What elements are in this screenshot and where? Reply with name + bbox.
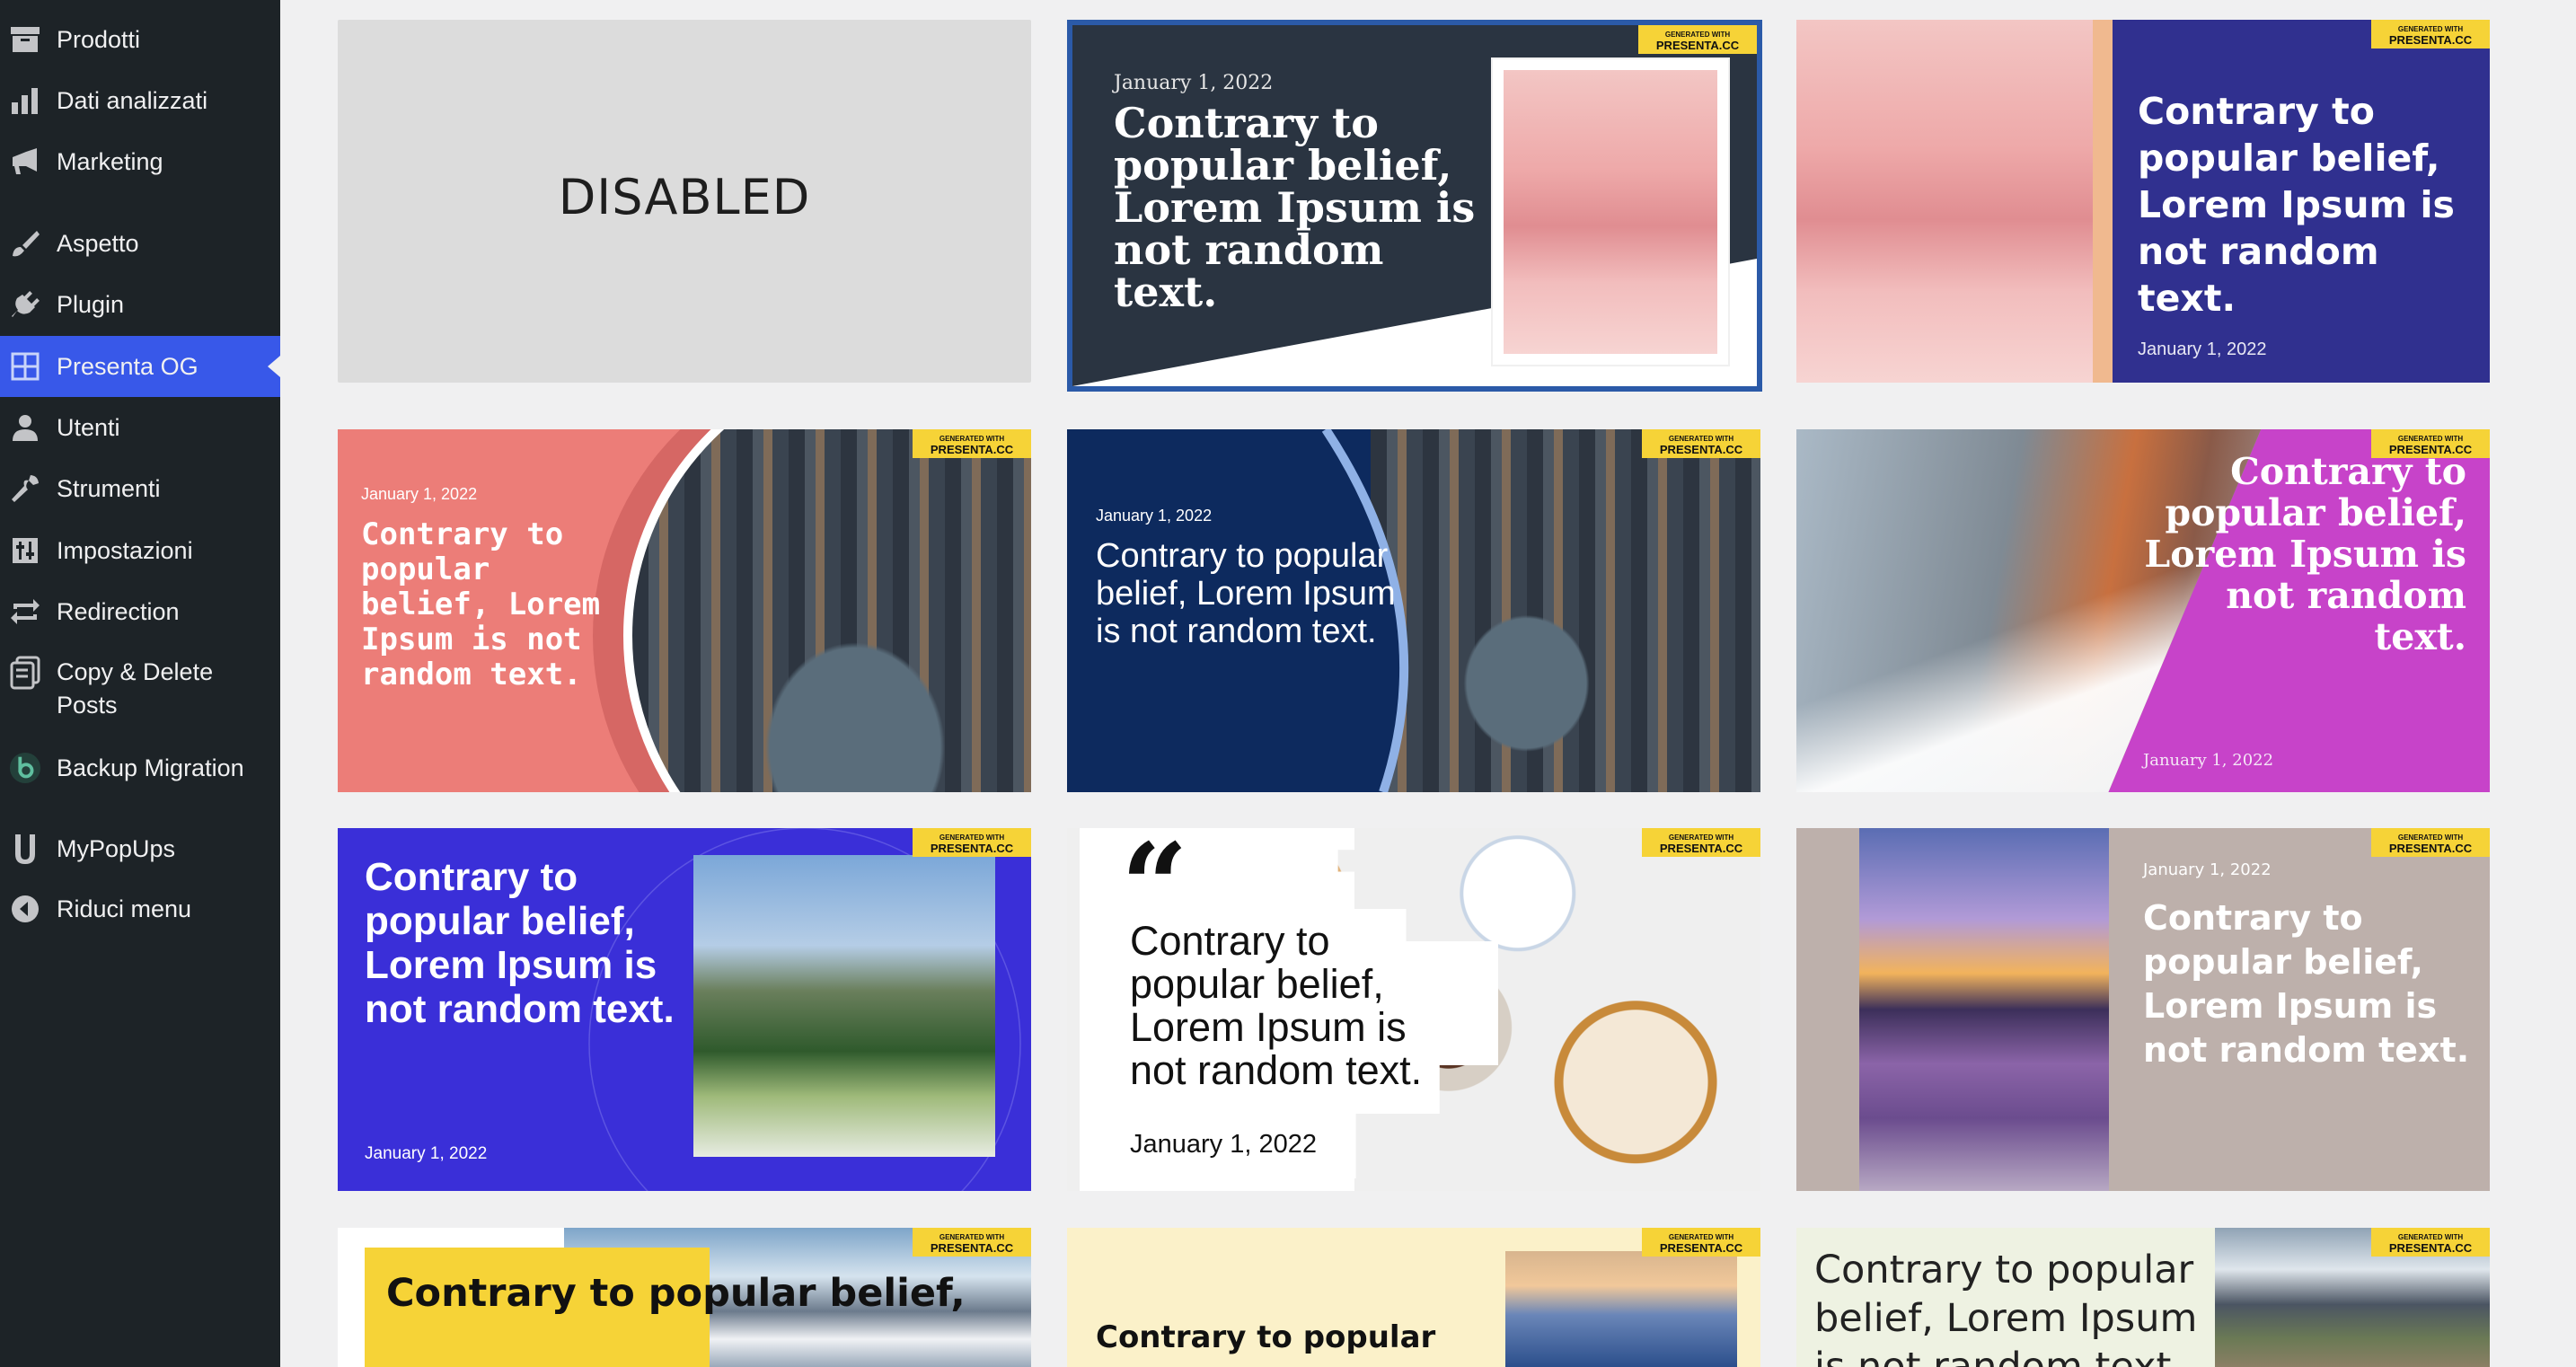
redirect-arrows-icon <box>9 595 41 628</box>
sidebar-item-label: Marketing <box>57 147 163 175</box>
template-card-coral[interactable]: January 1, 2022 Contrary to popular beli… <box>338 429 1031 792</box>
template-grid: DISABLED January 1, 2022 Contrary to pop… <box>280 0 2576 1367</box>
template-card-blue[interactable]: Contrary to popular belief, Lorem Ipsum … <box>338 828 1031 1191</box>
mountain-photo <box>1796 20 2093 383</box>
presenta-badge: GENERATED WITH PRESENTA.CC <box>2371 20 2490 49</box>
sidebar-item-label: Presenta OG <box>57 352 198 380</box>
card-date: January 1, 2022 <box>2138 340 2267 359</box>
sidebar-item-riduci-menu[interactable]: Riduci menu <box>0 878 280 939</box>
template-card-disabled[interactable]: DISABLED <box>338 20 1031 383</box>
lake-volcano-photo <box>1859 828 2109 1191</box>
sidebar-item-label: Plugin <box>57 290 125 318</box>
template-card-yellow[interactable]: Contrary to popular belief, GENERATED WI… <box>338 1228 1031 1367</box>
sidebar-item-utenti[interactable]: Utenti <box>0 397 280 458</box>
template-card-indigo[interactable]: Contrary to popular belief, Lorem Ipsum … <box>1796 20 2490 383</box>
card-date: January 1, 2022 <box>1130 1130 1317 1159</box>
grid-icon <box>9 350 41 383</box>
sidebar-item-impostazioni[interactable]: Impostazioni <box>0 520 280 581</box>
card-headline: Contrary to popular belief, <box>386 1271 966 1316</box>
sidebar-item-aspetto[interactable]: Aspetto <box>0 213 280 274</box>
mountain-photo <box>1493 59 1728 365</box>
card-date: January 1, 2022 <box>365 1144 488 1163</box>
disabled-label: DISABLED <box>558 168 811 225</box>
presenta-badge: GENERATED WITH PRESENTA.CC <box>1642 1228 1760 1257</box>
paintbrush-icon <box>9 227 41 260</box>
wrench-icon <box>9 472 41 505</box>
archive-icon <box>9 23 41 56</box>
card-headline: Contrary to popular belief, Lorem Ipsum … <box>1096 537 1396 650</box>
mypopups-logo-icon <box>9 833 41 865</box>
card-headline: Contrary to popular belief, Lorem Ipsum … <box>1130 918 1423 1093</box>
megaphone-icon <box>9 146 41 178</box>
card-date: January 1, 2022 <box>1096 507 1213 525</box>
presenta-badge: GENERATED WITH PRESENTA.CC <box>1642 828 1760 857</box>
sidebar-item-label-line2: Posts <box>57 692 118 719</box>
sidebar-item-label: Prodotti <box>57 25 141 53</box>
template-card-navy[interactable]: January 1, 2022 Contrary to popular beli… <box>1067 429 1760 792</box>
sidebar-item-copy-delete-posts[interactable]: Copy & Delete Posts <box>0 642 280 736</box>
card-headline: Contrary to popular belief, Lorem Ipsum … <box>365 855 675 1031</box>
card-headline: Contrary to popular belief, Lorem Ipsum … <box>2143 898 2470 1070</box>
sidebar-item-backup-migration[interactable]: Backup Migration <box>0 737 280 798</box>
sidebar-item-mypopups[interactable]: MyPopUps <box>0 818 280 879</box>
bar-chart-icon <box>9 84 41 117</box>
presenta-badge: GENERATED WITH PRESENTA.CC <box>1638 25 1757 54</box>
presenta-badge: GENERATED WITH PRESENTA.CC <box>1642 429 1760 458</box>
sidebar-item-presenta-og[interactable]: Presenta OG <box>0 336 280 397</box>
copy-icon <box>9 656 41 690</box>
sidebar-item-label: Riduci menu <box>57 895 192 922</box>
sidebar-item-redirection[interactable]: Redirection <box>0 581 280 642</box>
backup-logo-icon <box>9 752 41 784</box>
sidebar-item-label: Aspetto <box>57 229 139 257</box>
template-card-cream[interactable]: Contrary to popular GENERATED WITH PRESEN… <box>1067 1228 1760 1367</box>
sidebar-item-dati-analizzati[interactable]: Dati analizzati <box>0 70 280 131</box>
sidebar-item-strumenti[interactable]: Strumenti <box>0 458 280 519</box>
card-headline: Contrary to popular belief, Lorem Ipsum … <box>1114 99 1476 316</box>
settings-sliders-icon <box>9 534 41 567</box>
collapse-arrow-icon <box>9 893 41 925</box>
card-headline: Contrary to popular <box>1096 1319 1436 1355</box>
presenta-badge: GENERATED WITH PRESENTA.CC <box>913 828 1031 857</box>
sidebar-item-label: Copy & Delete <box>57 658 214 685</box>
user-icon <box>9 411 41 444</box>
presenta-badge: GENERATED WITH PRESENTA.CC <box>2371 828 2490 857</box>
sidebar-item-label: Utenti <box>57 413 120 441</box>
card-headline: Contrary to popular belief, Lorem Ipsum … <box>2138 90 2455 320</box>
plugin-icon <box>9 288 41 321</box>
template-card-selected[interactable]: January 1, 2022 Contrary to popular beli… <box>1067 20 1762 392</box>
card-date: January 1, 2022 <box>361 485 478 503</box>
sidebar-item-label: Backup Migration <box>57 754 244 781</box>
presenta-badge: GENERATED WITH PRESENTA.CC <box>913 429 1031 458</box>
sidebar-item-label: Impostazioni <box>57 536 193 564</box>
template-card-taupe[interactable]: January 1, 2022 Contrary to popular beli… <box>1796 828 2490 1191</box>
sunset-photo <box>1505 1251 1737 1367</box>
accent-stripe <box>2093 20 2113 383</box>
presenta-badge: GENERATED WITH PRESENTA.CC <box>2371 1228 2490 1257</box>
sidebar-item-prodotti[interactable]: Prodotti <box>0 9 280 70</box>
template-card-quote[interactable]: “ Contrary to popular belief, Lorem Ipsu… <box>1067 828 1760 1191</box>
template-card-mint[interactable]: Contrary to popular belief, Lorem Ipsum … <box>1796 1228 2490 1367</box>
card-date: January 1, 2022 <box>2143 751 2274 770</box>
city-bridge-photo <box>623 429 1031 792</box>
sidebar-item-label: Redirection <box>57 597 180 625</box>
card-headline: Contrary to popular belief, Lorem Ipsum … <box>1814 1248 2198 1367</box>
card-headline: Contrary to popular belief, Lorem Ipsum … <box>361 516 601 692</box>
presenta-badge: GENERATED WITH PRESENTA.CC <box>913 1228 1031 1257</box>
presenta-badge: GENERATED WITH PRESENTA.CC <box>2371 429 2490 458</box>
card-date: January 1, 2022 <box>1114 72 1274 94</box>
sidebar-item-label: Strumenti <box>57 474 161 502</box>
template-card-magenta[interactable]: Contrary to popular belief, Lorem Ipsum … <box>1796 429 2490 792</box>
sidebar-item-label: MyPopUps <box>57 834 176 862</box>
admin-sidebar: Prodotti Dati analizzati Marketing Aspet… <box>0 0 280 1367</box>
card-date: January 1, 2022 <box>2143 860 2272 879</box>
sidebar-item-marketing[interactable]: Marketing <box>0 131 280 192</box>
sidebar-item-label: Dati analizzati <box>57 86 208 114</box>
sidebar-item-plugin[interactable]: Plugin <box>0 274 280 335</box>
card-headline: Contrary to popular belief, Lorem Ipsum … <box>2144 450 2466 658</box>
forest-cabin-photo <box>693 855 995 1157</box>
